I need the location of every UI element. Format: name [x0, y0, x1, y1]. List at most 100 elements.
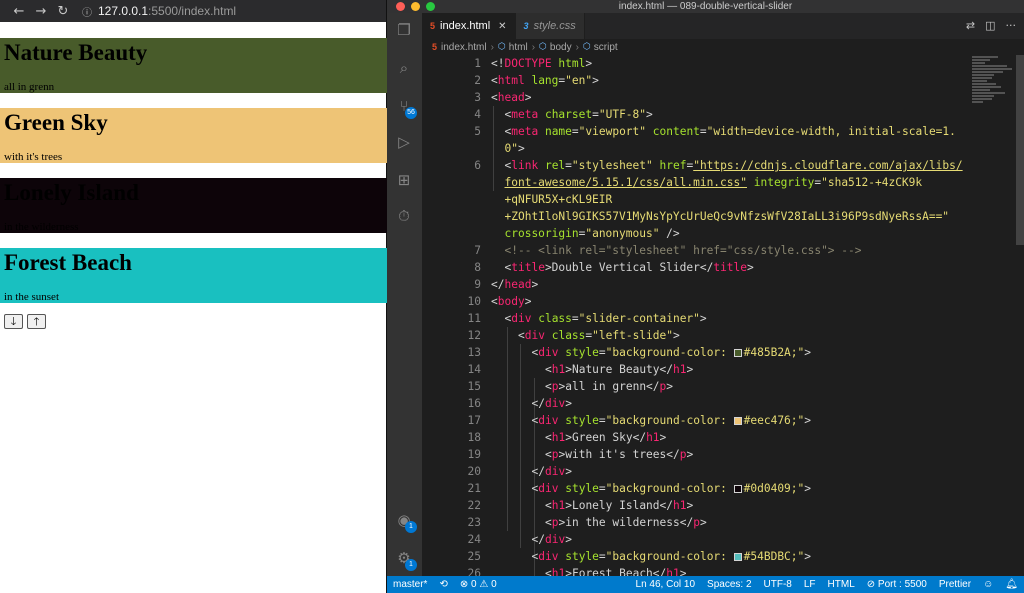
reload-icon[interactable]: ↻ — [52, 4, 74, 19]
line-number: 5 — [474, 125, 481, 138]
breadcrumb-item[interactable]: script — [594, 42, 618, 53]
breadcrumb-item[interactable]: body — [550, 42, 572, 53]
code-text: font-awesome/5.15.1/css/all.min.css" int… — [504, 176, 923, 189]
code-line[interactable]: crossorigin="anonymous" /> — [422, 225, 1004, 242]
sync-icon[interactable]: ⟲ — [433, 579, 453, 590]
code-line[interactable]: 9 </head> — [422, 276, 1004, 293]
code-line[interactable]: 22 <h1>Lonely Island</h1> — [422, 497, 1004, 514]
code-text: <div class="slider-container"> — [504, 312, 707, 325]
slide-subtitle: in the wilderness — [4, 221, 79, 233]
code-line[interactable]: 11 <div class="slider-container"> — [422, 310, 1004, 327]
prettier-status[interactable]: Prettier — [933, 579, 977, 590]
browser-window: ← → ↻ ⓘ 127.0.0.1:5500/index.html Nature… — [0, 0, 387, 593]
forward-arrow-icon[interactable]: → — [30, 4, 52, 19]
minimap[interactable] — [972, 55, 1016, 135]
color-swatch[interactable] — [733, 485, 742, 493]
color-swatch[interactable] — [733, 553, 742, 561]
maximize-window-button[interactable] — [426, 2, 435, 11]
code-line[interactable]: 8 <title>Double Vertical Slider</title> — [422, 259, 1004, 276]
code-editor[interactable]: 1 <!DOCTYPE html> 2 <html lang="en"> 3 <head>… — [422, 55, 1004, 576]
html5-icon: 5 — [430, 21, 436, 31]
split-editor-icon[interactable]: ◫ — [985, 19, 995, 32]
problems-indicator[interactable]: ⊗ 0 ⚠ 0 — [454, 579, 503, 590]
line-number: 18 — [467, 431, 481, 444]
window-title: index.html — 089-double-vertical-slider — [618, 1, 793, 12]
explorer-icon[interactable]: ❐ — [395, 21, 413, 39]
breadcrumb-item[interactable]: index.html — [441, 42, 487, 53]
code-line[interactable]: 21 <div style="background-color: #0d0409;… — [422, 480, 1004, 497]
close-icon[interactable]: ✕ — [498, 21, 506, 32]
run-debug-icon[interactable]: ▷ — [395, 133, 413, 151]
tab-style-css[interactable]: 3 style.css — [515, 13, 585, 39]
code-line[interactable]: 25 <div style="background-color: #54BDBC;… — [422, 548, 1004, 565]
code-line[interactable]: 4 <meta charset="UTF-8"> — [422, 106, 1004, 123]
extensions-icon[interactable]: ⊞ — [395, 171, 413, 189]
editor-actions: ⇄ ◫ ··· — [966, 19, 1016, 32]
breadcrumb-item[interactable]: html — [509, 42, 528, 53]
up-button[interactable]: 🡑 — [27, 314, 46, 329]
code-text: +qNFUR5X+cKL9EIR — [504, 193, 613, 206]
code-line[interactable]: 7 <!-- <link rel="stylesheet" href="css/s… — [422, 242, 1004, 259]
code-text: <title>Double Vertical Slider</title> — [504, 261, 754, 274]
more-actions-icon[interactable]: ··· — [1006, 19, 1017, 32]
line-number: 3 — [474, 91, 481, 104]
tab-index-html[interactable]: 5 index.html ✕ — [422, 13, 516, 39]
code-line[interactable]: 19 <p>with it's trees</p> — [422, 446, 1004, 463]
color-swatch[interactable] — [733, 349, 742, 357]
minimize-window-button[interactable] — [411, 2, 420, 11]
remote-explorer-icon[interactable]: ⏱ — [395, 207, 413, 225]
code-line[interactable]: 2 <html lang="en"> — [422, 72, 1004, 89]
code-line[interactable]: 26 <h1>Forest Beach</h1> — [422, 565, 1004, 576]
down-button[interactable]: 🡓 — [4, 314, 23, 329]
code-line[interactable]: 24 </div> — [422, 531, 1004, 548]
browser-toolbar: ← → ↻ ⓘ 127.0.0.1:5500/index.html — [0, 0, 386, 22]
git-branch[interactable]: master* — [387, 579, 433, 590]
code-line[interactable]: 3 <head> — [422, 89, 1004, 106]
code-line[interactable]: +qNFUR5X+cKL9EIR — [422, 191, 1004, 208]
code-text: </div> — [531, 533, 572, 546]
code-line[interactable]: 10 <body> — [422, 293, 1004, 310]
code-line[interactable]: 13 <div style="background-color: #485B2A;… — [422, 344, 1004, 361]
slide-title: Lonely Island — [4, 180, 139, 205]
code-line[interactable]: 6 <link rel="stylesheet" href="https://cd… — [422, 157, 1004, 174]
code-line[interactable]: font-awesome/5.15.1/css/all.min.css" int… — [422, 174, 1004, 191]
feedback-icon[interactable]: ☺ — [977, 579, 999, 590]
code-line[interactable]: 0"> — [422, 140, 1004, 157]
code-line[interactable]: 15 <p>all in grenn</p> — [422, 378, 1004, 395]
address-bar[interactable]: ⓘ 127.0.0.1:5500/index.html — [82, 2, 386, 20]
code-line[interactable]: 12 <div class="left-slide"> — [422, 327, 1004, 344]
url-path: :5500/index.html — [148, 4, 237, 18]
info-icon[interactable]: ⓘ — [82, 4, 92, 19]
code-line[interactable]: 17 <div style="background-color: #eec476;… — [422, 412, 1004, 429]
page-content: Nature Beauty all in grenn Green Sky wit… — [0, 38, 387, 318]
code-text: <head> — [491, 91, 532, 104]
code-text: <div style="background-color: #0d0409;"> — [531, 482, 812, 495]
code-text: crossorigin="anonymous" /> — [504, 227, 680, 240]
language-mode[interactable]: HTML — [822, 579, 861, 590]
live-server-port[interactable]: ⊘ Port : 5500 — [861, 579, 933, 590]
code-line[interactable]: 20 </div> — [422, 463, 1004, 480]
line-ending[interactable]: LF — [798, 579, 822, 590]
close-window-button[interactable] — [396, 2, 405, 11]
cursor-position[interactable]: Ln 46, Col 10 — [630, 579, 702, 590]
code-line[interactable]: 23 <p>in the wilderness</p> — [422, 514, 1004, 531]
indentation[interactable]: Spaces: 2 — [701, 579, 757, 590]
search-icon[interactable]: ⌕ — [395, 59, 413, 77]
line-number: 4 — [474, 108, 481, 121]
code-line[interactable]: 14 <h1>Nature Beauty</h1> — [422, 361, 1004, 378]
code-line[interactable]: 5 <meta name="viewport" content="width=de… — [422, 123, 1004, 140]
status-bar: master* ⟲ ⊗ 0 ⚠ 0 Ln 46, Col 10 Spaces: … — [387, 576, 1024, 593]
code-line[interactable]: 16 </div> — [422, 395, 1004, 412]
code-text: <div class="left-slide"> — [518, 329, 680, 342]
vertical-scrollbar[interactable] — [1016, 55, 1024, 245]
color-swatch[interactable] — [733, 417, 742, 425]
code-text: <html lang="en"> — [491, 74, 599, 87]
code-line[interactable]: 18 <h1>Green Sky</h1> — [422, 429, 1004, 446]
notifications-icon[interactable]: 🔔︎ — [999, 579, 1024, 590]
encoding[interactable]: UTF-8 — [758, 579, 798, 590]
code-line[interactable]: 1 <!DOCTYPE html> — [422, 55, 1004, 72]
code-line[interactable]: +ZOhtIloNl9GIKS57V1MyNsYpYcUrUeQc9vNfzsW… — [422, 208, 1004, 225]
back-arrow-icon[interactable]: ← — [8, 4, 30, 19]
open-changes-icon[interactable]: ⇄ — [966, 19, 975, 32]
slide-title: Nature Beauty — [4, 40, 148, 65]
